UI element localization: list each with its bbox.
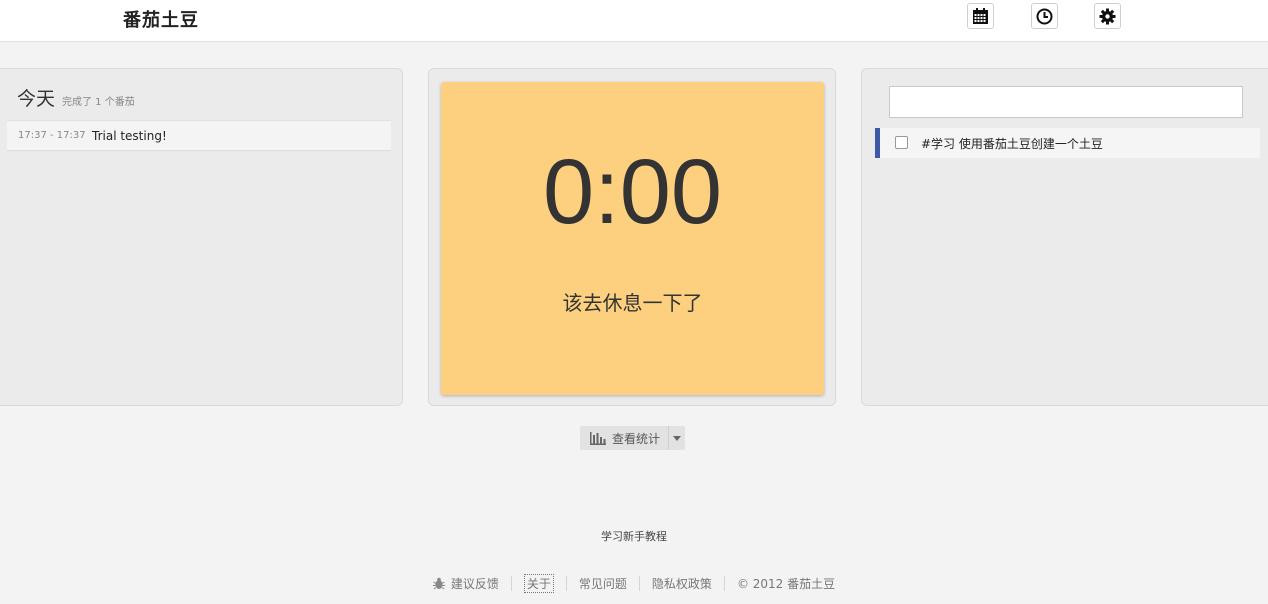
top-bar: 番茄土豆 bbox=[0, 0, 1268, 42]
view-stats-label: 查看统计 bbox=[612, 431, 661, 446]
timer-panel: 0:00 该去休息一下了 bbox=[428, 68, 836, 406]
timer-message: 该去休息一下了 bbox=[562, 291, 703, 315]
faq-link[interactable]: 常见问题 bbox=[579, 575, 627, 592]
todo-panel: #学习 使用番茄土豆创建一个土豆 bbox=[861, 68, 1268, 406]
privacy-link[interactable]: 隐私权政策 bbox=[652, 575, 712, 592]
tutorial-row: 学习新手教程 bbox=[0, 528, 1268, 544]
calendar-icon bbox=[973, 7, 988, 24]
brand-title: 番茄土豆 bbox=[123, 10, 199, 31]
timer-display: 0:00 bbox=[542, 141, 723, 243]
history-button[interactable] bbox=[1031, 3, 1058, 29]
timer-card[interactable]: 0:00 该去休息一下了 bbox=[441, 82, 824, 395]
pomodoro-time: 17:37 - 17:37 bbox=[18, 130, 86, 141]
calendar-button[interactable] bbox=[967, 3, 994, 29]
today-title: 今天 bbox=[17, 88, 56, 110]
todo-item-text: #学习 使用番茄土豆创建一个土豆 bbox=[921, 137, 1103, 151]
copyright-item: © 2012 番茄土豆 bbox=[725, 575, 847, 592]
todo-checkbox[interactable] bbox=[895, 136, 908, 149]
view-stats-button-group: 查看统计 bbox=[580, 426, 685, 450]
gear-icon bbox=[1099, 8, 1116, 24]
privacy-item: 隐私权政策 bbox=[640, 575, 724, 592]
footer: 建议反馈 关于 常见问题 隐私权政策 © 2012 番茄土豆 bbox=[0, 572, 1268, 594]
caret-down-icon bbox=[673, 435, 681, 441]
copyright-text: © 2012 番茄土豆 bbox=[736, 576, 836, 591]
tutorial-link[interactable]: 学习新手教程 bbox=[601, 530, 667, 543]
bar-chart-icon bbox=[590, 431, 606, 445]
feedback-link-label[interactable]: 建议反馈 bbox=[451, 575, 499, 592]
about-link[interactable]: 关于 bbox=[523, 573, 554, 593]
stats-dropdown-toggle[interactable] bbox=[668, 426, 685, 450]
bug-icon bbox=[432, 577, 445, 589]
today-panel: 今天 完成了 1 个番茄 17:37 - 17:37 Trial testing… bbox=[0, 68, 403, 406]
view-stats-button[interactable]: 查看统计 bbox=[580, 426, 668, 450]
completed-pomodoro-row[interactable]: 17:37 - 17:37 Trial testing! bbox=[7, 120, 391, 151]
faq-item: 常见问题 bbox=[567, 575, 639, 592]
today-summary: 完成了 1 个番茄 bbox=[62, 97, 135, 108]
feedback-link[interactable]: 建议反馈 bbox=[421, 575, 511, 592]
pomodoro-description: Trial testing! bbox=[92, 129, 167, 143]
new-todo-input[interactable] bbox=[889, 86, 1243, 118]
settings-button[interactable] bbox=[1094, 3, 1121, 29]
todo-item[interactable]: #学习 使用番茄土豆创建一个土豆 bbox=[875, 128, 1260, 158]
about-item: 关于 bbox=[512, 573, 566, 593]
clock-icon bbox=[1036, 8, 1053, 24]
